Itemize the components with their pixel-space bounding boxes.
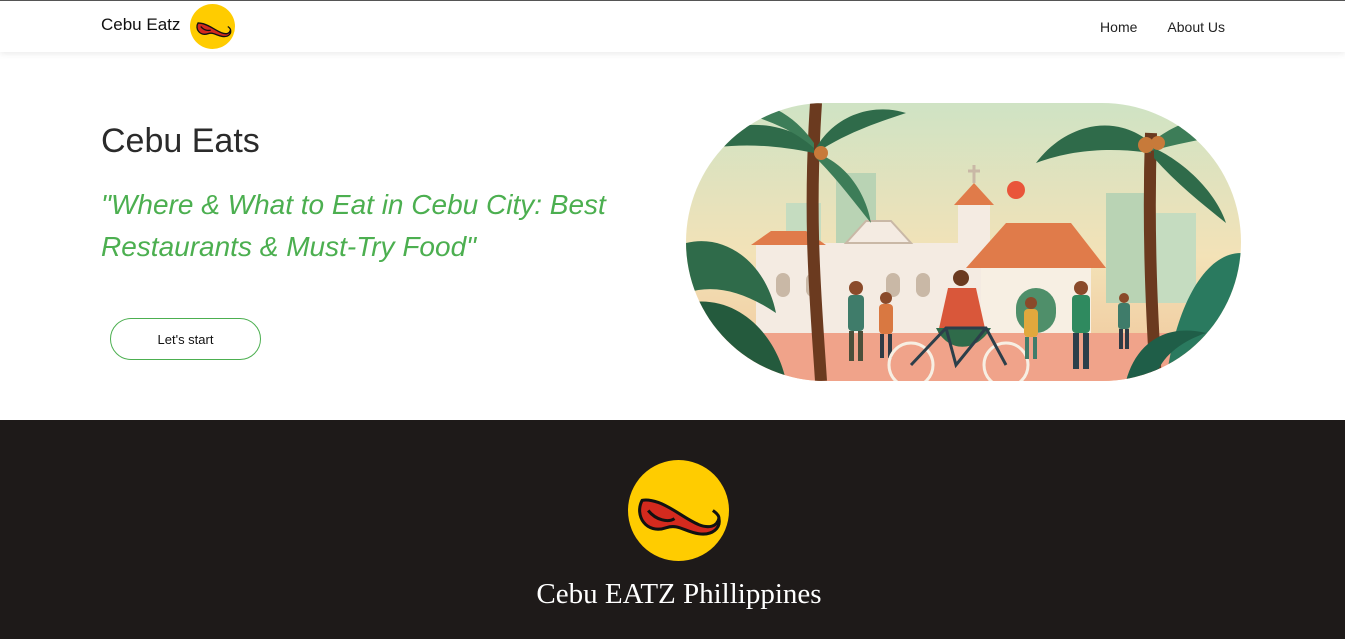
nav-links: Home About Us (1070, 1, 1225, 52)
hero-tagline: "Where & What to Eat in Cebu City: Best … (101, 189, 606, 262)
nav-about-us-link[interactable]: About Us (1167, 19, 1225, 35)
footer-title: Cebu EATZ Phillippines (536, 578, 822, 610)
footer-tongue-logo-icon (628, 460, 729, 561)
lets-start-button[interactable]: Let's start (110, 318, 261, 360)
brand-link[interactable]: Cebu Eatz (101, 1, 236, 52)
footer: Cebu EATZ Phillippines (0, 420, 1345, 639)
navbar: Cebu Eatz Home About Us (0, 0, 1345, 52)
cebu-city-illustration (686, 103, 1241, 381)
brand-name: Cebu Eatz (101, 14, 181, 34)
nav-home-link[interactable]: Home (1100, 19, 1137, 35)
tongue-logo-icon (190, 4, 236, 49)
hero-title: Cebu Eats (101, 122, 260, 160)
